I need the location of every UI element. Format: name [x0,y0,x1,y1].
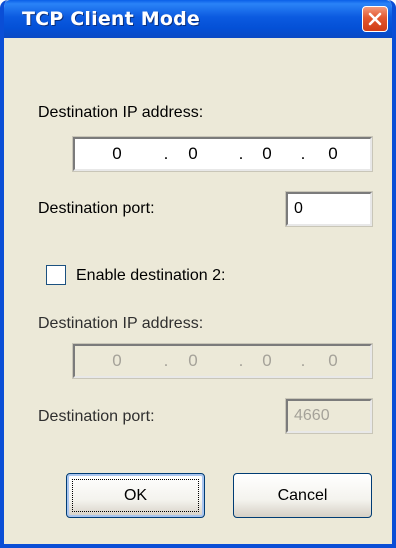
ip-dot: . [163,351,169,370]
dialog-window: TCP Client Mode Destination IP address: … [0,0,396,548]
ip-dot: . [238,351,244,370]
dest2-ip-input: 0 . 0 . 0 . 0 [72,343,373,379]
enable-dest2-label[interactable]: Enable destination 2: [76,267,225,285]
cancel-button[interactable]: Cancel [233,473,372,518]
ip-dot: . [300,144,306,163]
dest2-port-input: 4660 [285,398,373,434]
dest1-port-input[interactable]: 0 [285,191,373,227]
dest1-port-label: Destination port: [38,200,155,217]
dest1-ip-label: Destination IP address: [38,104,204,121]
dest2-ip-octet-4: 0 [328,351,338,370]
dest2-port-label: Destination port: [38,408,155,425]
ip-dot: . [163,144,169,163]
dest1-ip-octet-1[interactable]: 0 [97,144,137,164]
ok-button-label: OK [123,486,148,504]
enable-dest2-checkbox[interactable] [46,265,66,285]
dest1-ip-octet-4[interactable]: 0 [313,144,353,164]
dest1-ip-octet-2[interactable]: 0 [173,144,213,164]
ok-button[interactable]: OK [66,473,205,518]
title-bar[interactable]: TCP Client Mode [4,0,392,38]
dest2-ip-octet-2: 0 [188,351,198,370]
dest2-ip-octet-1: 0 [112,351,122,370]
cancel-button-label: Cancel [277,486,328,504]
dest2-ip-label: Destination IP address: [38,315,204,332]
close-icon [368,12,382,26]
dest2-ip-octet-3: 0 [262,351,272,370]
dest1-ip-octet-3[interactable]: 0 [247,144,287,164]
ip-dot: . [300,351,306,370]
window-title: TCP Client Mode [22,8,200,30]
dest1-ip-input[interactable]: 0 . 0 . 0 . 0 [72,136,373,172]
ip-dot: . [238,144,244,163]
close-button[interactable] [362,6,388,32]
